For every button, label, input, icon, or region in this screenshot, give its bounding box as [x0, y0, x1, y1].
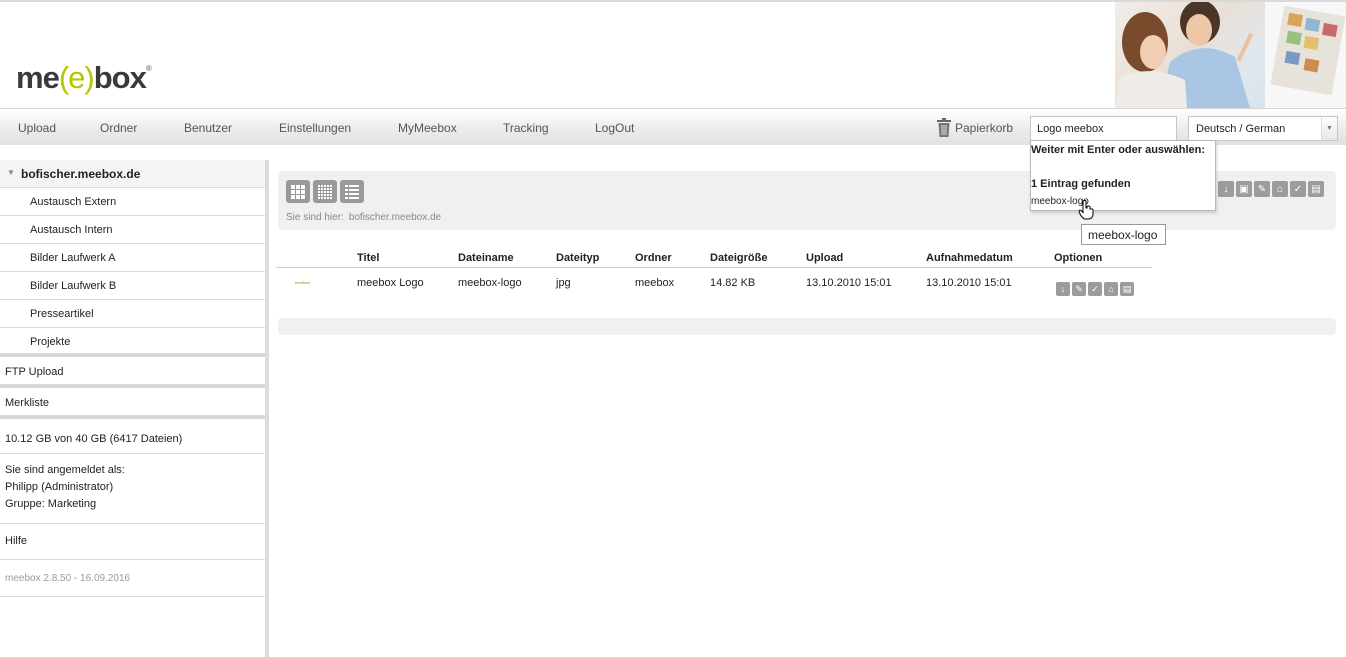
language-value: Deutsch / German	[1196, 123, 1286, 135]
cell-dateityp: jpg	[556, 277, 571, 289]
autocomplete-count: 1 Eintrag gefunden	[1031, 178, 1131, 190]
sidebar-item-bilder-laufwerk-b[interactable]: Bilder Laufwerk B	[0, 272, 265, 300]
cell-upload: 13.10.2010 15:01	[806, 277, 892, 289]
view-large-grid-button[interactable]	[286, 180, 310, 203]
small-grid-icon	[318, 184, 332, 199]
nav-einstellungen[interactable]: Einstellungen	[279, 121, 351, 135]
sidebar-hilfe[interactable]: Hilfe	[0, 524, 265, 560]
logo-text-left: me	[16, 60, 60, 95]
delete-icon[interactable]: ▤	[1120, 282, 1134, 296]
search-autocomplete: Weiter mit Enter oder auswählen: 1 Eintr…	[1030, 140, 1216, 211]
large-grid-icon	[291, 184, 305, 199]
sidebar: ▼ bofischer.meebox.de Austausch Extern A…	[0, 160, 265, 657]
col-dateigroesse[interactable]: Dateigröße	[710, 252, 767, 264]
tooltip: meebox-logo	[1081, 224, 1166, 245]
sidebar-root-label: bofischer.meebox.de	[21, 167, 141, 181]
list-icon	[345, 184, 359, 199]
file-table: Titel Dateiname Dateityp Ordner Dateigrö…	[276, 252, 1152, 302]
sidebar-root-folder[interactable]: ▼ bofischer.meebox.de	[0, 160, 265, 188]
hand-cursor-icon	[1078, 200, 1094, 220]
col-dateityp[interactable]: Dateityp	[556, 252, 599, 264]
sidebar-ftp-upload[interactable]: FTP Upload	[0, 354, 265, 385]
delete-icon[interactable]: ▤	[1308, 181, 1324, 197]
row-actions: ↓ ✎ ✓ ⌂ ▤	[1054, 282, 1134, 296]
download-icon[interactable]: ↓	[1218, 181, 1234, 197]
autocomplete-hint: Weiter mit Enter oder auswählen:	[1031, 144, 1206, 156]
table-footer-bar	[278, 318, 1336, 335]
search-input[interactable]	[1030, 116, 1177, 141]
nav-ordner[interactable]: Ordner	[100, 121, 137, 135]
sidebar-item-austausch-extern[interactable]: Austausch Extern	[0, 188, 265, 216]
nav-tracking[interactable]: Tracking	[503, 121, 549, 135]
logo-text-right: box	[93, 60, 147, 95]
bulk-actions: ↓ ▣ ✎ ⌂ ✓ ▤	[1216, 181, 1324, 197]
table-row[interactable]: meebox meebox Logo meebox-logo jpg meebo…	[276, 268, 1152, 302]
header-hero-image	[1115, 2, 1346, 108]
login-group: Gruppe: Marketing	[5, 498, 97, 510]
chevron-down-icon[interactable]: ▼	[1321, 117, 1337, 140]
logo-registered: ®	[145, 64, 152, 73]
version-info: meebox 2.8.50 - 16.09.2016	[0, 560, 265, 597]
edit-icon[interactable]: ✎	[1072, 282, 1086, 296]
trash-button[interactable]: Papierkorb	[936, 118, 1013, 137]
file-thumbnail[interactable]: meebox	[295, 280, 317, 286]
edit-icon[interactable]: ✎	[1254, 181, 1270, 197]
col-titel[interactable]: Titel	[357, 252, 379, 264]
lock-icon[interactable]: ⌂	[1272, 181, 1288, 197]
login-user: Philipp (Administrator)	[5, 481, 114, 493]
login-info: Sie sind angemeldet als: Philipp (Admini…	[0, 454, 265, 524]
col-aufnahmedatum[interactable]: Aufnahmedatum	[926, 252, 1013, 264]
breadcrumb-label: Sie sind hier:	[286, 212, 344, 223]
col-optionen: Optionen	[1054, 252, 1103, 264]
view-list-button[interactable]	[340, 180, 364, 203]
nav-logout[interactable]: LogOut	[595, 121, 634, 135]
col-upload[interactable]: Upload	[806, 252, 843, 264]
lock-icon[interactable]: ⌂	[1104, 282, 1118, 296]
cell-titel: meebox Logo	[357, 277, 424, 289]
language-select[interactable]: Deutsch / German ▼	[1188, 116, 1338, 141]
breadcrumb-path[interactable]: bofischer.meebox.de	[349, 212, 441, 223]
cell-ordner: meebox	[635, 277, 675, 289]
storage-info: 10.12 GB von 40 GB (6417 Dateien)	[0, 416, 265, 454]
view-small-grid-button[interactable]	[313, 180, 337, 203]
meebox-logo[interactable]: me(e)box®	[16, 60, 152, 96]
sidebar-item-projekte[interactable]: Projekte	[0, 328, 265, 354]
trash-label: Papierkorb	[955, 120, 1014, 135]
archive-icon[interactable]: ▣	[1236, 181, 1252, 197]
chevron-down-icon[interactable]: ▼	[7, 168, 15, 177]
sidebar-resize-handle[interactable]	[265, 160, 269, 657]
cell-aufnahmedatum: 13.10.2010 15:01	[926, 277, 1012, 289]
check-icon[interactable]: ✓	[1088, 282, 1102, 296]
check-icon[interactable]: ✓	[1290, 181, 1306, 197]
nav-benutzer[interactable]: Benutzer	[184, 121, 232, 135]
login-label: Sie sind angemeldet als:	[5, 464, 125, 476]
cell-dateiname: meebox-logo	[458, 277, 522, 289]
col-dateiname[interactable]: Dateiname	[458, 252, 514, 264]
table-header: Titel Dateiname Dateityp Ordner Dateigrö…	[276, 252, 1152, 268]
cell-dateigroesse: 14.82 KB	[710, 277, 756, 289]
logo-text-bracket: (e)	[58, 60, 95, 95]
sidebar-item-austausch-intern[interactable]: Austausch Intern	[0, 216, 265, 244]
download-icon[interactable]: ↓	[1056, 282, 1070, 296]
sidebar-item-bilder-laufwerk-a[interactable]: Bilder Laufwerk A	[0, 244, 265, 272]
breadcrumb: Sie sind hier: bofischer.meebox.de	[286, 212, 441, 223]
nav-upload[interactable]: Upload	[18, 121, 56, 135]
nav-mymeebox[interactable]: MyMeebox	[398, 121, 457, 135]
col-ordner[interactable]: Ordner	[635, 252, 672, 264]
sidebar-item-presseartikel[interactable]: Presseartikel	[0, 300, 265, 328]
trash-icon	[937, 118, 951, 137]
sidebar-merkliste[interactable]: Merkliste	[0, 385, 265, 416]
